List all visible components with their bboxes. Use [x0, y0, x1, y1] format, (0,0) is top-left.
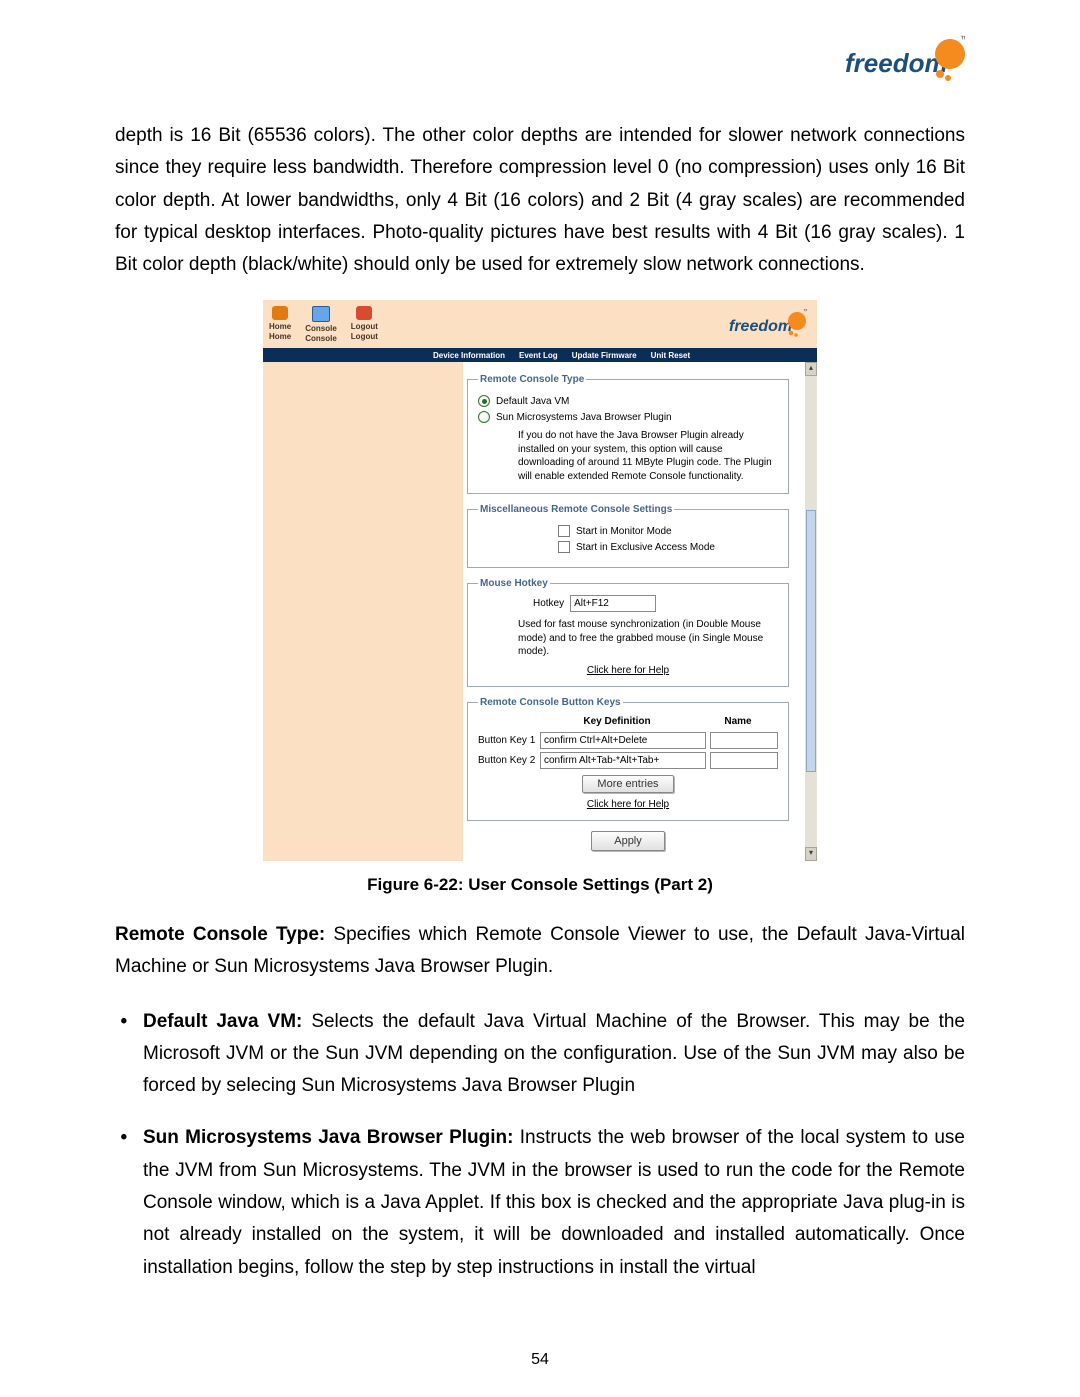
radio-icon	[478, 395, 490, 407]
screenshot-nav: Home Home Console Console Logout Logout	[269, 306, 378, 343]
mouse-hotkey-help-link[interactable]: Click here for Help	[478, 665, 778, 676]
nav-console[interactable]: Console Console	[305, 306, 337, 343]
screenshot-body: Remote Console Type Default Java VM Sun …	[263, 362, 817, 861]
button-key-1-definition-input[interactable]	[540, 732, 706, 749]
apply-button[interactable]: Apply	[591, 831, 665, 851]
sun-plugin-heading: Sun Microsystems Java Browser Plugin:	[143, 1127, 513, 1148]
table-row: Button Key 2	[478, 752, 778, 769]
button-key-1-name-input[interactable]	[710, 732, 778, 749]
button-key-2-definition-input[interactable]	[540, 752, 706, 769]
menu-unit-reset[interactable]: Unit Reset	[651, 351, 691, 360]
checkbox-monitor-mode-label: Start in Monitor Mode	[576, 526, 672, 537]
button-key-2-name-input[interactable]	[710, 752, 778, 769]
mouse-hotkey-group: Mouse Hotkey Hotkey Used for fast mouse …	[467, 578, 789, 687]
bullet-list: Default Java VM: Selects the default Jav…	[115, 1006, 965, 1284]
mouse-hotkey-note: Used for fast mouse synchronization (in …	[518, 618, 778, 659]
screenshot-menu-bar: Device Information Event Log Update Firm…	[263, 348, 817, 362]
checkbox-monitor-mode[interactable]: Start in Monitor Mode	[558, 525, 778, 537]
console-icon	[312, 306, 330, 322]
screenshot-left-gutter	[263, 362, 463, 861]
document-page: freedom ™ depth is 16 Bit (65536 colors)…	[0, 0, 1080, 1397]
hotkey-label: Hotkey	[533, 598, 564, 609]
radio-sun-plugin[interactable]: Sun Microsystems Java Browser Plugin	[478, 411, 778, 423]
button-keys-legend: Remote Console Button Keys	[478, 697, 623, 708]
screenshot-header: Home Home Console Console Logout Logout …	[263, 300, 817, 348]
remote-console-type-note: If you do not have the Java Browser Plug…	[518, 429, 778, 483]
freedom-logo-icon: freedom ™	[845, 32, 965, 87]
checkbox-icon	[558, 541, 570, 553]
nav-home-small: Home	[269, 323, 291, 331]
button-keys-header: Key Definition Name	[478, 714, 778, 729]
svg-text:freedom: freedom	[845, 48, 948, 78]
remote-console-type-group: Remote Console Type Default Java VM Sun …	[467, 374, 789, 494]
more-entries-button[interactable]: More entries	[582, 775, 673, 793]
col-name: Name	[698, 716, 778, 727]
mouse-hotkey-legend: Mouse Hotkey	[478, 578, 550, 589]
svg-text:freedom: freedom	[729, 318, 792, 335]
menu-device-information[interactable]: Device Information	[433, 351, 505, 360]
remote-console-type-heading: Remote Console Type:	[115, 924, 325, 945]
intro-paragraph: depth is 16 Bit (65536 colors). The othe…	[115, 120, 965, 281]
scrollbar[interactable]: ▴ ▾	[805, 362, 817, 861]
nav-home-label: Home	[269, 333, 291, 341]
button-keys-group: Remote Console Button Keys Key Definitio…	[467, 697, 789, 821]
list-item: Sun Microsystems Java Browser Plugin: In…	[143, 1122, 965, 1283]
sun-plugin-text: Instructs the web browser of the local s…	[143, 1127, 965, 1277]
nav-console-small: Console	[305, 325, 337, 333]
screenshot-panel: Remote Console Type Default Java VM Sun …	[463, 362, 805, 861]
radio-default-java-vm-label: Default Java VM	[496, 396, 569, 407]
default-java-vm-heading: Default Java VM:	[143, 1011, 302, 1032]
radio-sun-plugin-label: Sun Microsystems Java Browser Plugin	[496, 412, 672, 423]
table-row: Button Key 1	[478, 732, 778, 749]
checkbox-exclusive-mode[interactable]: Start in Exclusive Access Mode	[558, 541, 778, 553]
radio-icon	[478, 411, 490, 423]
freedom-logo-small-icon: freedom ™	[729, 307, 807, 341]
logout-icon	[356, 306, 372, 320]
screenshot-figure: Home Home Console Console Logout Logout …	[263, 300, 817, 861]
nav-logout-label: Logout	[351, 333, 378, 341]
nav-logout[interactable]: Logout Logout	[351, 306, 378, 343]
checkbox-exclusive-mode-label: Start in Exclusive Access Mode	[576, 542, 715, 553]
help-link-text: Click here for Help	[587, 799, 669, 810]
home-icon	[272, 306, 288, 320]
nav-home[interactable]: Home Home	[269, 306, 291, 343]
hotkey-input[interactable]	[570, 595, 656, 612]
menu-event-log[interactable]: Event Log	[519, 351, 558, 360]
screenshot-brand-logo: freedom ™	[729, 307, 807, 341]
nav-logout-small: Logout	[351, 323, 378, 331]
checkbox-icon	[558, 525, 570, 537]
misc-settings-group: Miscellaneous Remote Console Settings St…	[467, 504, 789, 568]
button-key-2-label: Button Key 2	[478, 755, 536, 766]
col-key-definition: Key Definition	[536, 716, 698, 727]
svg-text:™: ™	[960, 34, 965, 44]
button-key-1-label: Button Key 1	[478, 735, 536, 746]
scroll-down-icon[interactable]: ▾	[805, 847, 817, 861]
misc-settings-legend: Miscellaneous Remote Console Settings	[478, 504, 674, 515]
scroll-thumb[interactable]	[806, 510, 816, 772]
svg-text:™: ™	[803, 308, 807, 315]
button-keys-help-link[interactable]: Click here for Help	[478, 799, 778, 810]
screenshot-right: Remote Console Type Default Java VM Sun …	[463, 362, 817, 861]
nav-console-label: Console	[305, 335, 337, 343]
brand-logo: freedom ™	[845, 32, 965, 87]
remote-console-type-paragraph: Remote Console Type: Specifies which Rem…	[115, 919, 965, 984]
help-link-text: Click here for Help	[587, 665, 669, 676]
remote-console-type-legend: Remote Console Type	[478, 374, 586, 385]
figure-caption: Figure 6-22: User Console Settings (Part…	[115, 875, 965, 895]
page-number: 54	[0, 1351, 1080, 1369]
list-item: Default Java VM: Selects the default Jav…	[143, 1006, 965, 1103]
scroll-up-icon[interactable]: ▴	[805, 362, 817, 376]
radio-default-java-vm[interactable]: Default Java VM	[478, 395, 778, 407]
menu-update-firmware[interactable]: Update Firmware	[572, 351, 637, 360]
